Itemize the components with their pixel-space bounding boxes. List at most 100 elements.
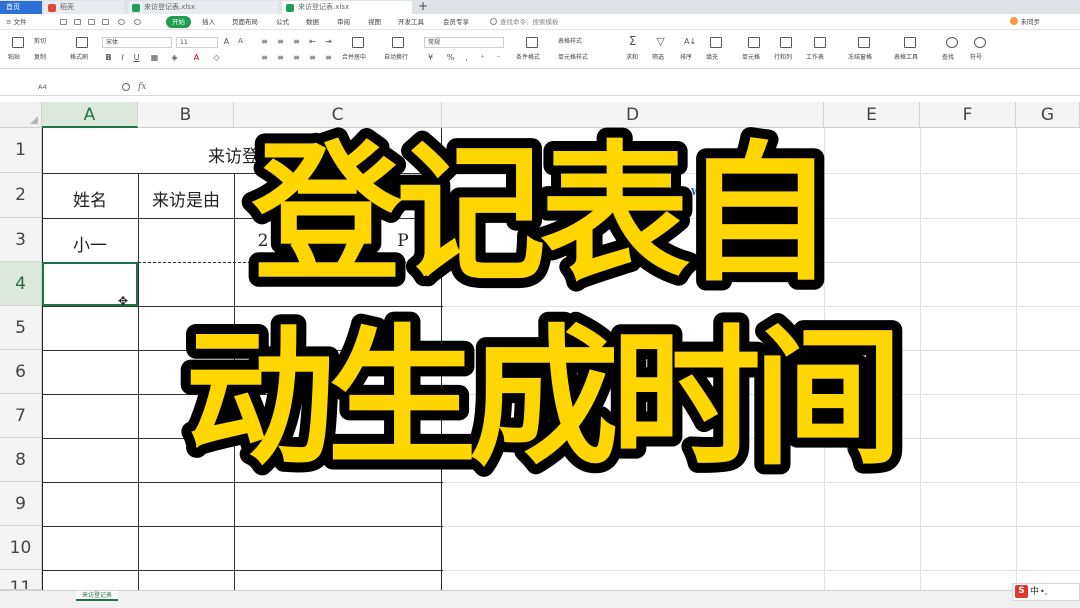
overlay-line-1: 登记表自 xyxy=(251,128,828,302)
fill-color-icon[interactable]: ◈ xyxy=(170,53,179,62)
table-style-button[interactable]: 表格样式 xyxy=(558,37,582,46)
menu-page-layout[interactable]: 页面布局 xyxy=(232,16,258,28)
sum-icon[interactable]: Σ xyxy=(628,35,637,47)
merge-center-icon[interactable] xyxy=(352,37,364,48)
clear-format-icon[interactable]: ◇ xyxy=(212,53,221,62)
number-format-select[interactable]: 常规 xyxy=(424,37,504,48)
formula-bar: A4 fx xyxy=(0,79,1080,96)
row-header-5[interactable]: 5 xyxy=(0,306,42,350)
row-header-9[interactable]: 9 xyxy=(0,482,42,526)
tab-home[interactable]: 首页 xyxy=(0,1,42,14)
menu-member[interactable]: 会员专享 xyxy=(443,16,469,28)
row-header-8[interactable]: 8 xyxy=(0,438,42,482)
font-color-icon[interactable]: A xyxy=(192,53,201,62)
menu-review[interactable]: 审阅 xyxy=(337,16,350,28)
format-painter-icon[interactable] xyxy=(76,37,88,48)
row-header-6[interactable]: 6 xyxy=(0,350,42,394)
row-header-10[interactable]: 10 xyxy=(0,526,42,570)
menu-insert[interactable]: 插入 xyxy=(202,16,215,28)
find-icon[interactable] xyxy=(946,37,958,48)
select-all-corner[interactable] xyxy=(0,102,42,128)
align-top-icon[interactable]: ≡ xyxy=(260,37,269,46)
align-left-icon[interactable]: ≡ xyxy=(260,53,269,62)
column-header-f[interactable]: F xyxy=(920,102,1016,128)
command-search[interactable]: 查找命令、搜索模板 xyxy=(490,16,600,28)
sync-status[interactable]: 未同步 xyxy=(1009,16,1040,28)
gridline xyxy=(1016,128,1017,598)
cut-button[interactable]: 剪切 xyxy=(34,37,46,46)
preview-icon[interactable] xyxy=(102,19,109,25)
thousands-icon[interactable]: , xyxy=(462,53,471,62)
name-box[interactable]: A4 xyxy=(4,81,104,94)
worksheet-icon[interactable] xyxy=(814,37,826,48)
row-header-1[interactable]: 1 xyxy=(0,128,42,173)
align-center-icon[interactable]: ≡ xyxy=(276,53,285,62)
symbol-label: 符号 xyxy=(970,54,983,61)
row-header-4[interactable]: 4 xyxy=(0,262,42,306)
menu-home[interactable]: 开始 xyxy=(166,16,191,28)
decimal-increase-icon[interactable]: ⁺ xyxy=(478,53,487,62)
save-icon[interactable] xyxy=(60,19,67,25)
column-header-g[interactable]: G xyxy=(1016,102,1080,128)
sort-icon[interactable]: A↓ xyxy=(684,37,696,46)
tab-file-2[interactable]: 来访登记表.xlsx xyxy=(282,1,412,14)
row-header-7[interactable]: 7 xyxy=(0,394,42,438)
row-header-11[interactable]: 11 xyxy=(0,570,42,590)
row-header-2[interactable]: 2 xyxy=(0,173,42,218)
file-menu[interactable]: ≡ 文件 xyxy=(6,16,27,28)
print-icon[interactable] xyxy=(88,19,95,25)
column-header-a[interactable]: A xyxy=(42,102,138,128)
italic-icon[interactable]: I xyxy=(118,53,127,62)
indent-decrease-icon[interactable]: ⇤ xyxy=(308,37,317,46)
sheet-bar: 来访登记表 xyxy=(0,590,1080,608)
filter-label: 筛选 xyxy=(652,54,665,61)
open-icon[interactable] xyxy=(74,19,81,25)
font-size-select[interactable]: 11 xyxy=(176,37,218,48)
menu-view[interactable]: 视图 xyxy=(368,16,381,28)
redo-icon[interactable] xyxy=(134,19,141,25)
align-bottom-icon[interactable]: ≡ xyxy=(292,37,301,46)
border-icon[interactable]: ▦ xyxy=(150,53,159,62)
font-name-select[interactable]: 宋体 xyxy=(102,37,172,48)
undo-icon[interactable] xyxy=(118,19,125,25)
wrap-text-icon[interactable] xyxy=(392,37,404,48)
align-middle-icon[interactable]: ≡ xyxy=(276,37,285,46)
tab-docer[interactable]: 稻壳 xyxy=(44,1,124,14)
menu-formulas[interactable]: 公式 xyxy=(276,16,289,28)
ime-indicator[interactable]: S 中•, xyxy=(1012,583,1080,601)
zoom-icon[interactable] xyxy=(122,83,130,91)
cell-style-button[interactable]: 单元格样式 xyxy=(558,53,588,62)
sogou-ime-icon: S xyxy=(1015,585,1028,598)
conditional-format-icon[interactable] xyxy=(526,37,538,48)
distribute-icon[interactable]: ≡ xyxy=(324,53,333,62)
row-col-icon[interactable] xyxy=(780,37,792,48)
table-tools-icon[interactable] xyxy=(904,37,916,48)
copy-button[interactable]: 复制 xyxy=(34,53,46,62)
row-header-3[interactable]: 3 xyxy=(0,218,42,262)
bold-icon[interactable]: B xyxy=(104,53,113,62)
filter-icon[interactable]: ▽ xyxy=(656,36,665,47)
menu-developer[interactable]: 开发工具 xyxy=(398,16,424,28)
percent-icon[interactable]: % xyxy=(446,53,455,62)
justify-icon[interactable]: ≡ xyxy=(308,53,317,62)
cell-icon[interactable] xyxy=(748,37,760,48)
decimal-decrease-icon[interactable]: ⁻ xyxy=(494,53,503,62)
freeze-panes-icon[interactable] xyxy=(858,37,870,48)
fill-icon[interactable] xyxy=(710,37,722,48)
new-tab-button[interactable]: + xyxy=(418,0,428,13)
currency-icon[interactable]: ¥ xyxy=(426,53,435,62)
indent-increase-icon[interactable]: ⇥ xyxy=(324,37,333,46)
font-grow-icon[interactable]: A xyxy=(222,37,231,46)
underline-icon[interactable]: U xyxy=(132,53,141,62)
align-right-icon[interactable]: ≡ xyxy=(292,53,301,62)
font-shrink-icon[interactable]: A xyxy=(236,37,245,46)
formula-input[interactable] xyxy=(155,81,1055,94)
symbol-icon[interactable] xyxy=(974,37,986,48)
menu-data[interactable]: 数据 xyxy=(306,16,319,28)
table-border xyxy=(138,173,139,598)
overlay-line-2: 动生成时间 xyxy=(185,312,895,486)
sheet-tab[interactable]: 来访登记表 xyxy=(76,591,119,601)
paste-icon[interactable] xyxy=(12,37,24,48)
tab-file-1[interactable]: 来访登记表.xlsx xyxy=(128,1,278,14)
function-icon[interactable]: fx xyxy=(138,80,146,94)
